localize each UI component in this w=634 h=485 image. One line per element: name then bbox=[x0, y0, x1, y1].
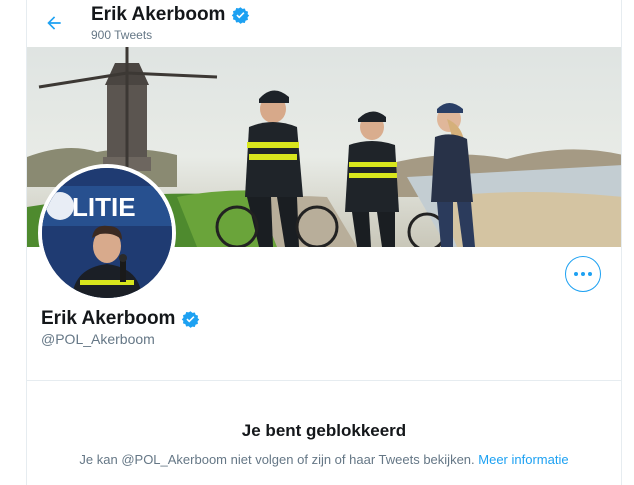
more-options-button[interactable] bbox=[565, 256, 601, 292]
profile-handle: @POL_Akerboom bbox=[41, 331, 155, 347]
section-divider bbox=[27, 380, 621, 381]
profile-column: Erik Akerboom 900 Tweets LITIE Erik Aker… bbox=[26, 0, 622, 485]
header-name: Erik Akerboom bbox=[91, 4, 226, 25]
back-button[interactable] bbox=[37, 8, 71, 38]
profile-name: Erik Akerboom bbox=[41, 308, 200, 330]
learn-more-link[interactable]: Meer informatie bbox=[478, 452, 568, 467]
arrow-left-icon bbox=[47, 16, 61, 30]
verified-badge-icon bbox=[232, 6, 250, 24]
profile-avatar[interactable]: LITIE bbox=[38, 164, 176, 302]
avatar-sign-text: LITIE bbox=[72, 192, 136, 222]
more-horizontal-icon bbox=[574, 272, 592, 276]
verified-badge-icon bbox=[182, 310, 200, 328]
header-title: Erik Akerboom bbox=[91, 4, 250, 26]
blocked-message-row: Je kan @POL_Akerboom niet volgen of zijn… bbox=[27, 452, 621, 467]
blocked-title: Je bent geblokkeerd bbox=[241, 421, 407, 440]
profile-display-name: Erik Akerboom bbox=[41, 308, 176, 329]
profile-header: Erik Akerboom 900 Tweets bbox=[27, 0, 621, 47]
blocked-message: Je kan @POL_Akerboom niet volgen of zijn… bbox=[79, 452, 475, 467]
avatar-image: LITIE bbox=[42, 168, 172, 298]
tweets-count: 900 Tweets bbox=[91, 28, 153, 42]
